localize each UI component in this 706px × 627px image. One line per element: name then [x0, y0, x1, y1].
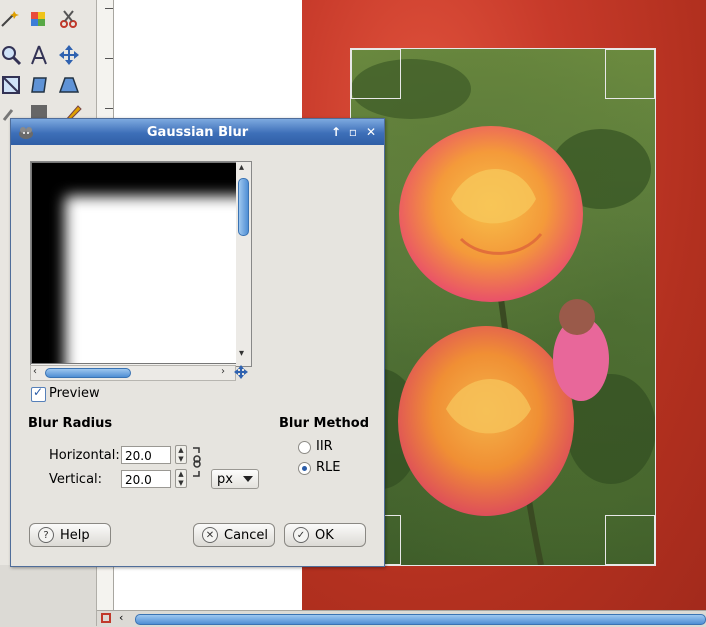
- blur-method-heading: Blur Method: [279, 416, 370, 431]
- preview-checkbox[interactable]: [31, 385, 46, 402]
- preview-horizontal-scrollbar[interactable]: ‹ ›: [30, 365, 236, 381]
- dialog-titlebar[interactable]: Gaussian Blur ↑ ▫ ✕: [11, 119, 384, 145]
- cancel-icon: ✕: [202, 527, 218, 543]
- horizontal-stepper[interactable]: ▲ ▼: [175, 445, 187, 464]
- crop-tool-icon[interactable]: [0, 74, 22, 96]
- dock-panel: [0, 565, 96, 626]
- scroll-down-icon[interactable]: ▾: [239, 348, 244, 359]
- cancel-button[interactable]: ✕ Cancel: [193, 523, 275, 547]
- scroll-right-icon[interactable]: ›: [221, 366, 225, 377]
- ok-check-icon: ✓: [293, 527, 309, 543]
- unit-select[interactable]: px: [211, 469, 259, 489]
- vertical-radius-input[interactable]: 20.0: [121, 470, 171, 488]
- scroll-left-icon[interactable]: ‹: [119, 611, 123, 624]
- scissors-tool-icon[interactable]: [58, 8, 80, 30]
- zoom-tool-icon[interactable]: [0, 44, 22, 66]
- preview-vscroll-thumb[interactable]: [238, 178, 249, 236]
- scroll-up-icon[interactable]: ▴: [239, 162, 244, 173]
- fuzzy-select-tool-icon[interactable]: [0, 8, 22, 30]
- measure-tool-icon[interactable]: [28, 44, 50, 66]
- horizontal-label: Horizontal:: [49, 448, 120, 463]
- shear-tool-icon[interactable]: [28, 74, 50, 96]
- gaussian-blur-dialog: Gaussian Blur ↑ ▫ ✕ ▴ ▾ ‹ › Preview Blur…: [10, 118, 385, 567]
- help-button[interactable]: ? Help: [29, 523, 111, 547]
- chevron-down-icon: [243, 476, 253, 482]
- scroll-left-icon[interactable]: ‹: [33, 366, 37, 377]
- help-button-label: Help: [60, 528, 90, 543]
- close-icon[interactable]: ✕: [364, 125, 378, 139]
- rose-photo-image: [341, 59, 656, 566]
- blur-radius-heading: Blur Radius: [28, 416, 113, 431]
- ok-button[interactable]: ✓ OK: [284, 523, 366, 547]
- navigate-icon[interactable]: [233, 364, 249, 380]
- preview-checkbox-label[interactable]: Preview: [49, 386, 100, 401]
- preview-vertical-scrollbar[interactable]: ▴ ▾: [236, 162, 251, 366]
- help-icon: ?: [38, 527, 54, 543]
- select-by-color-tool-icon[interactable]: [28, 8, 50, 30]
- canvas-horizontal-scrollbar[interactable]: ‹: [97, 610, 706, 627]
- preview-area: ▴ ▾: [30, 161, 252, 367]
- vertical-label: Vertical:: [49, 472, 103, 487]
- shade-icon[interactable]: ↑: [329, 125, 343, 139]
- iir-radio[interactable]: [298, 441, 311, 454]
- perspective-tool-icon[interactable]: [58, 74, 80, 96]
- preview-image[interactable]: [31, 162, 237, 364]
- rle-radio-label[interactable]: RLE: [316, 460, 341, 475]
- canvas-scroll-thumb[interactable]: [135, 614, 706, 625]
- rle-radio[interactable]: [298, 462, 311, 475]
- cancel-button-label: Cancel: [224, 528, 269, 543]
- rose-photo-layer: [341, 48, 656, 566]
- maximize-icon[interactable]: ▫: [346, 125, 360, 139]
- ok-button-label: OK: [315, 528, 334, 543]
- unit-value: px: [217, 472, 233, 487]
- preview-blurred-region: [65, 196, 236, 363]
- preview-hscroll-thumb[interactable]: [45, 368, 131, 378]
- move-tool-icon[interactable]: [58, 44, 80, 66]
- quick-mask-icon[interactable]: [101, 613, 111, 623]
- chain-link-icon[interactable]: [191, 446, 203, 478]
- vertical-stepper[interactable]: ▲ ▼: [175, 469, 187, 488]
- horizontal-radius-input[interactable]: 20.0: [121, 446, 171, 464]
- iir-radio-label[interactable]: IIR: [316, 439, 333, 454]
